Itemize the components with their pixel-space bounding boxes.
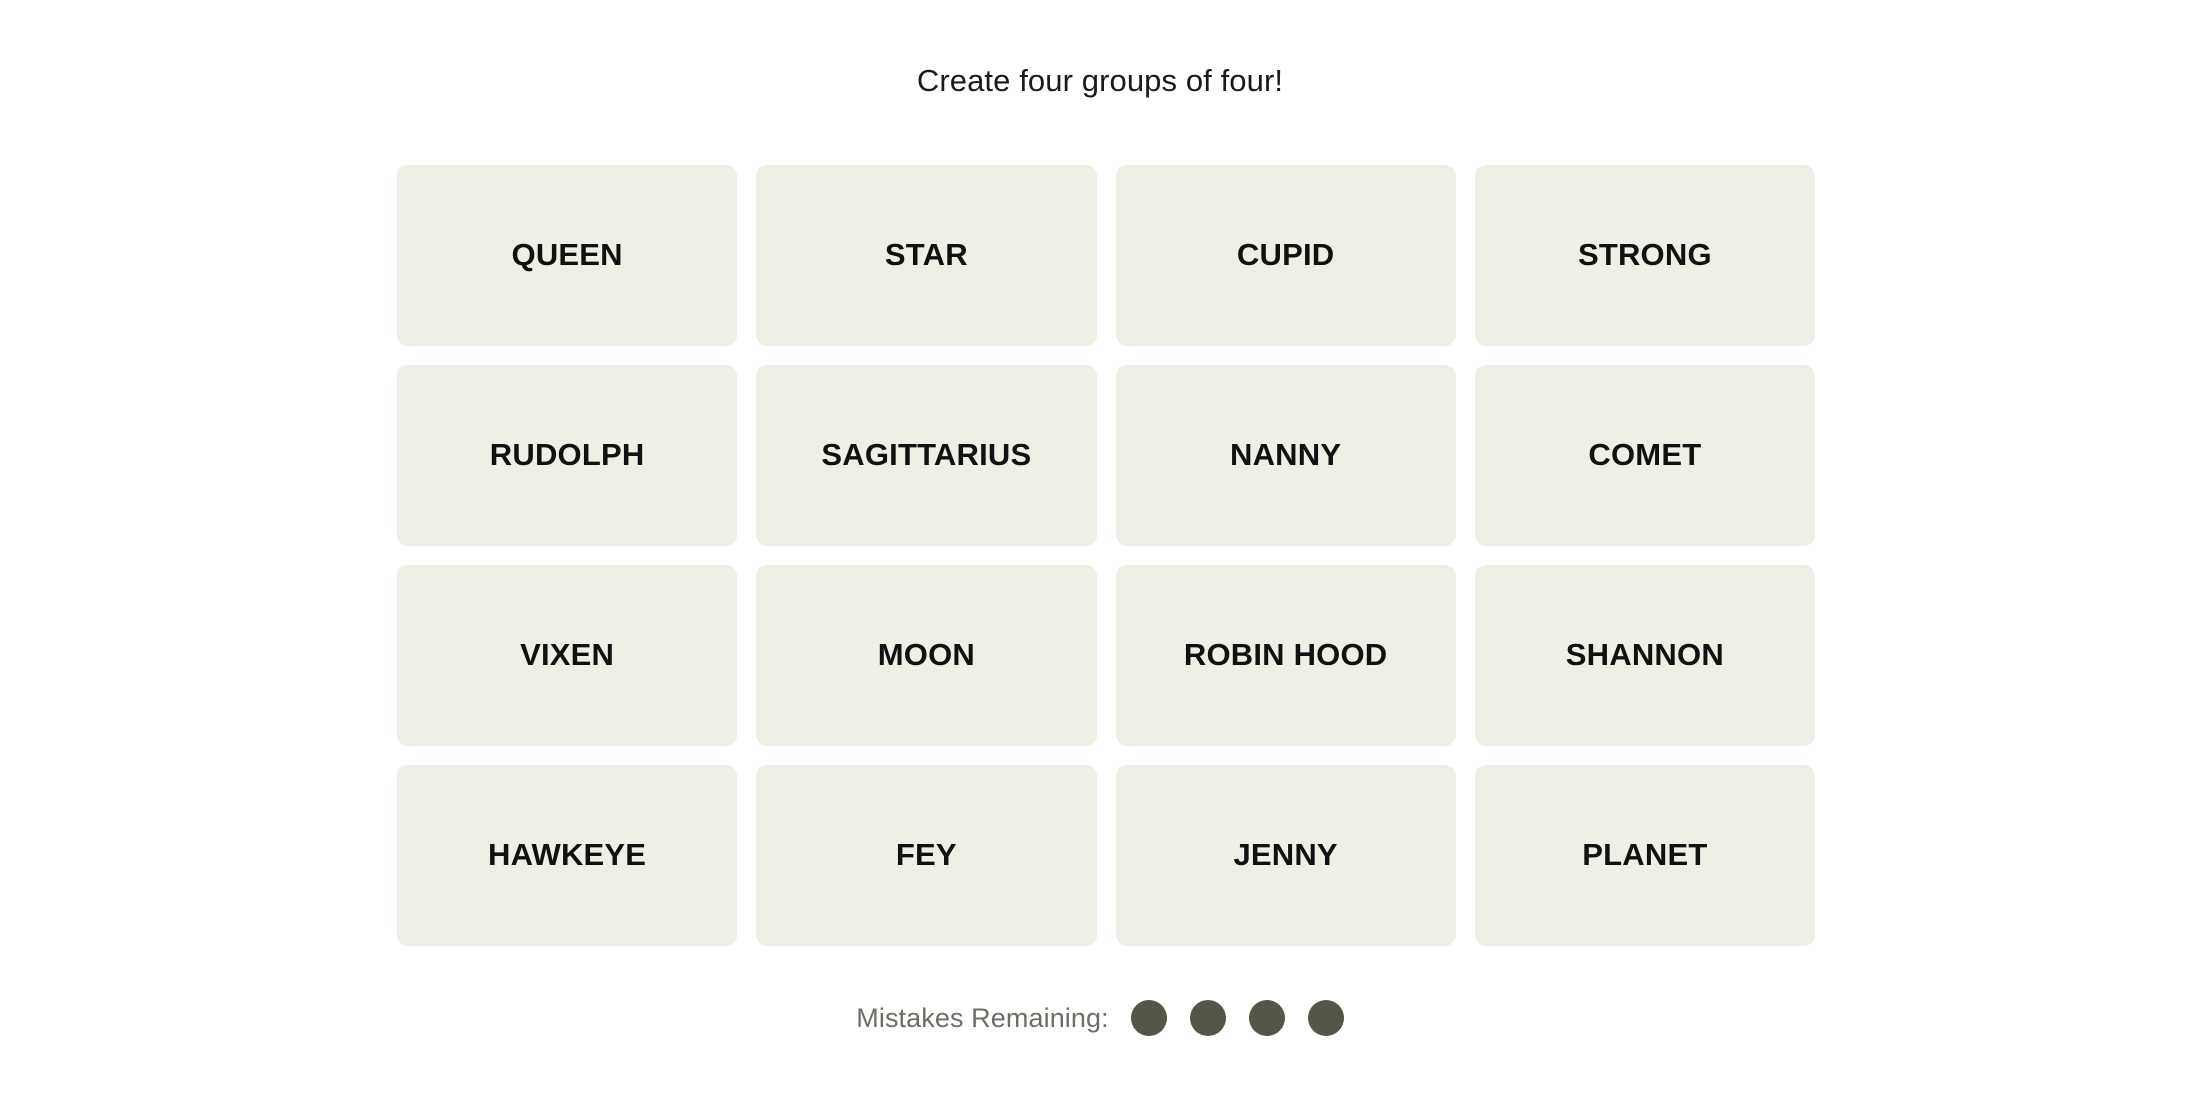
word-tile-label: RUDOLPH — [489, 437, 645, 473]
mistakes-dot-group — [1130, 1000, 1344, 1036]
word-tile[interactable]: QUEEN — [397, 165, 738, 346]
word-tile[interactable]: SHANNON — [1474, 565, 1815, 746]
word-tile[interactable]: HAWKEYE — [397, 765, 738, 946]
word-grid: QUEEN STAR CUPID STRONG RUDOLPH SAGITTAR… — [397, 165, 1815, 946]
word-tile-label: STAR — [884, 237, 968, 273]
word-tile[interactable]: JENNY — [1115, 765, 1456, 946]
word-tile-label: MOON — [877, 637, 975, 673]
mistakes-remaining-bar: Mistakes Remaining: — [0, 1000, 2200, 1036]
word-tile-label: JENNY — [1233, 837, 1338, 873]
word-tile-label: NANNY — [1230, 437, 1342, 473]
word-tile[interactable]: NANNY — [1115, 365, 1456, 546]
word-tile[interactable]: PLANET — [1474, 765, 1815, 946]
word-tile-label: CUPID — [1236, 237, 1335, 273]
word-tile[interactable]: ROBIN HOOD — [1115, 565, 1456, 746]
word-tile-label: HAWKEYE — [488, 837, 647, 873]
word-tile-label: PLANET — [1582, 837, 1708, 873]
mistakes-remaining-label: Mistakes Remaining: — [856, 1003, 1109, 1033]
word-tile[interactable]: CUPID — [1115, 165, 1456, 346]
word-tile[interactable]: RUDOLPH — [397, 365, 738, 546]
word-tile[interactable]: VIXEN — [397, 565, 738, 746]
word-tile[interactable]: SAGITTARIUS — [756, 365, 1097, 546]
mistake-dot — [1130, 1000, 1167, 1036]
word-tile-label: ROBIN HOOD — [1183, 637, 1388, 673]
connections-game: Create four groups of four! QUEEN STAR C… — [0, 0, 2200, 1100]
mistake-dot — [1248, 1000, 1285, 1036]
word-tile[interactable]: COMET — [1474, 365, 1815, 546]
word-tile-label: COMET — [1588, 437, 1702, 473]
word-tile-label: QUEEN — [511, 237, 623, 273]
word-tile[interactable]: STAR — [756, 165, 1097, 346]
page-title: Create four groups of four! — [916, 63, 1284, 98]
word-tile[interactable]: STRONG — [1474, 165, 1815, 346]
word-tile[interactable]: MOON — [756, 565, 1097, 746]
mistake-dot — [1307, 1000, 1344, 1036]
mistake-dot — [1189, 1000, 1226, 1036]
word-tile-label: STRONG — [1577, 237, 1712, 273]
word-tile-label: VIXEN — [520, 637, 615, 673]
word-tile-label: SHANNON — [1565, 637, 1724, 673]
word-tile-label: SAGITTARIUS — [821, 437, 1032, 473]
word-tile[interactable]: FEY — [756, 765, 1097, 946]
word-tile-label: FEY — [895, 837, 957, 873]
